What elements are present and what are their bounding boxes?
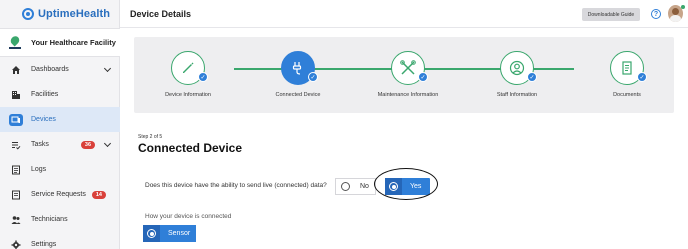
highlight-annotation xyxy=(374,168,438,200)
option-label: Sensor xyxy=(168,230,191,237)
step-label: Staff Information xyxy=(496,92,538,98)
step-device-information[interactable]: ✓ Device Information xyxy=(138,37,238,113)
facility-name: Your Healthcare Facility xyxy=(31,38,116,47)
service-requests-icon xyxy=(11,190,21,200)
facility-logo-icon xyxy=(7,33,23,51)
sidebar-item-label: Settings xyxy=(31,241,57,248)
option-label: No xyxy=(360,183,369,190)
radio-unselected-icon xyxy=(341,182,350,191)
step-label: Connected Device xyxy=(275,92,321,98)
online-status-icon xyxy=(681,5,685,9)
connected-data-question: Does this device have the ability to sen… xyxy=(145,182,327,189)
downloadable-guide-button[interactable]: Downloadable Guide xyxy=(582,8,640,21)
plug-icon xyxy=(292,62,302,75)
check-icon: ✓ xyxy=(637,72,647,82)
connection-type-label: How your device is connected xyxy=(145,213,232,220)
staff-icon xyxy=(509,60,525,76)
step-label: Device Information xyxy=(165,92,211,98)
sidebar-item-label: Dashboards xyxy=(31,66,69,73)
sidebar-item-label: Facilities xyxy=(31,91,59,98)
check-icon: ✓ xyxy=(198,72,208,82)
sidebar-item-service-requests[interactable]: Service Requests 14 xyxy=(0,182,120,207)
document-icon xyxy=(622,61,632,75)
tasks-icon xyxy=(11,140,21,150)
step-label: Maintenance Information xyxy=(377,92,439,98)
check-icon: ✓ xyxy=(527,72,537,82)
chevron-down-icon[interactable] xyxy=(103,139,112,148)
settings-icon xyxy=(11,240,21,249)
section-title: Connected Device xyxy=(138,141,243,155)
pencil-icon xyxy=(183,62,194,73)
option-no-radio[interactable]: No xyxy=(335,178,376,195)
step-maintenance-information[interactable]: ✓ Maintenance Information xyxy=(358,37,458,113)
brand-name: UptimeHealth xyxy=(38,8,111,20)
sidebar-item-settings[interactable]: Settings xyxy=(0,232,120,249)
logs-icon xyxy=(11,165,21,175)
sidebar-item-devices[interactable]: Devices xyxy=(0,107,120,132)
sidebar-item-facilities[interactable]: Facilities xyxy=(0,82,120,107)
check-icon: ✓ xyxy=(308,72,318,82)
sidebar-nav: Dashboards Facilities Devices Tasks 36 L… xyxy=(0,57,120,249)
page-header: Device Details Downloadable Guide ? xyxy=(120,0,688,28)
brand[interactable]: UptimeHealth xyxy=(0,0,119,28)
chevron-down-icon[interactable] xyxy=(103,64,112,73)
sidebar-item-label: Devices xyxy=(31,116,56,123)
uptimehealth-logo-icon xyxy=(22,8,34,20)
technicians-icon xyxy=(11,215,21,225)
sidebar-item-tasks[interactable]: Tasks 36 xyxy=(0,132,120,157)
help-icon[interactable]: ? xyxy=(651,9,661,19)
home-icon xyxy=(11,65,21,75)
tasks-count-badge: 36 xyxy=(80,140,96,149)
step-documents[interactable]: ✓ Documents xyxy=(577,37,677,113)
sidebar-item-label: Technicians xyxy=(31,216,68,223)
step-label: Documents xyxy=(613,92,641,98)
progress-stepper: ✓ Device Information ✓ Connected Device … xyxy=(134,37,674,113)
page-title: Device Details xyxy=(130,9,192,19)
radio-selected-icon xyxy=(143,225,160,242)
step-staff-information[interactable]: ✓ Staff Information xyxy=(467,37,567,113)
sidebar-item-technicians[interactable]: Technicians xyxy=(0,207,120,232)
step-counter: Step 2 of 5 xyxy=(138,134,163,140)
option-sensor-radio[interactable]: Sensor xyxy=(143,225,196,242)
sidebar-item-label: Tasks xyxy=(31,141,49,148)
sidebar-item-label: Service Requests xyxy=(31,191,86,198)
service-requests-count-badge: 14 xyxy=(91,190,106,199)
step-connected-device[interactable]: ✓ Connected Device xyxy=(248,37,348,113)
sidebar-item-logs[interactable]: Logs xyxy=(0,157,120,182)
building-icon xyxy=(11,90,21,100)
check-icon: ✓ xyxy=(418,72,428,82)
facility-selector[interactable]: Your Healthcare Facility xyxy=(0,28,120,57)
sidebar-item-label: Logs xyxy=(31,166,47,173)
device-icon xyxy=(9,113,23,126)
sidebar-item-dashboards[interactable]: Dashboards xyxy=(0,57,120,82)
tools-icon xyxy=(400,60,416,75)
